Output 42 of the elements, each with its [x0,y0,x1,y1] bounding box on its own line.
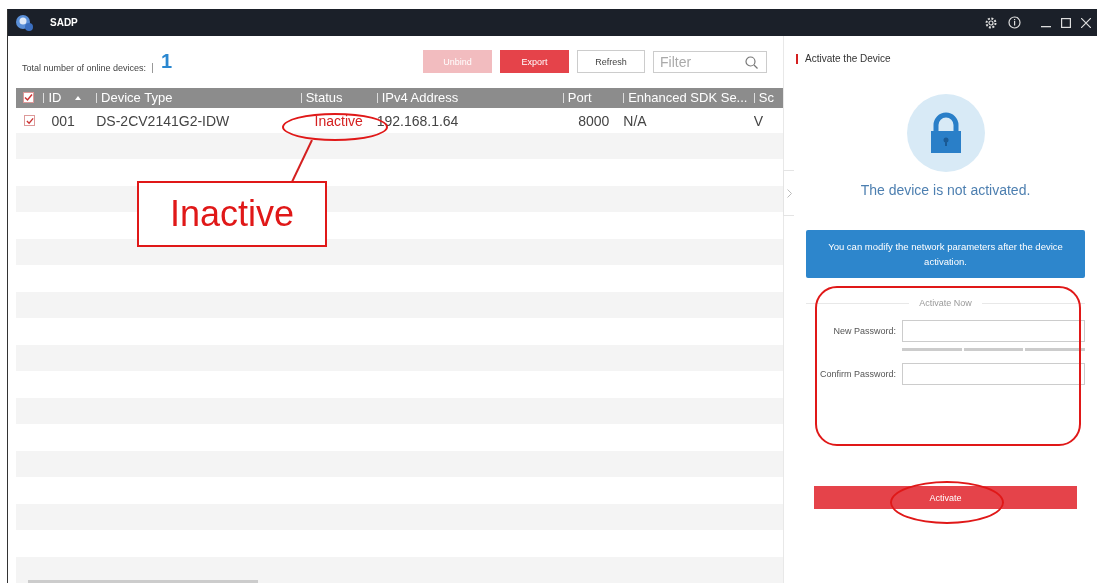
table-cell: 192.168.1.64 [376,112,459,129]
table-cell: Inactive [314,112,363,129]
password-field[interactable] [902,320,1085,342]
activate-button[interactable]: Activate [814,486,1077,509]
info-tooltip: You can modify the network parameters after the device activation. [806,230,1085,278]
panel-title: Activate the Device [796,54,1085,64]
sort-icon[interactable] [75,95,82,100]
online-devices-label: Total number of online devices: [22,62,154,73]
not-activated-message: The device is not activated. [859,182,1032,198]
row-checkbox[interactable] [24,115,35,126]
leader-line [290,140,314,182]
table-cell: V [753,112,764,129]
toolbar-button[interactable]: Export [500,50,569,74]
column-header[interactable]: IPv4 Address [381,90,459,105]
column-header[interactable]: Device Type [101,90,173,105]
panel-collapse-handle[interactable] [783,170,794,216]
select-all-checkbox[interactable] [23,92,34,103]
column-header[interactable]: ID [48,90,62,105]
table-cell: 8000 [578,112,610,129]
field-label: Confirm Password: [818,369,896,379]
search-icon[interactable] [745,55,758,69]
table-cell: DS-2CV2141G2-IDW [96,112,230,129]
toolbar-button[interactable]: Refresh [577,50,645,74]
table-cell: 001 [51,112,75,129]
section-heading: Activate Now [919,298,972,308]
maximize-icon[interactable] [1061,17,1071,28]
callout-label: Inactive [137,181,327,247]
settings-icon[interactable] [984,15,998,30]
password-field[interactable] [902,363,1085,385]
app-logo-icon [14,13,34,32]
info-icon[interactable] [1008,16,1021,29]
table-cell: N/A [623,112,647,129]
filter-field[interactable]: Filter [653,50,767,73]
lock-icon [906,94,985,172]
column-header[interactable]: Port [567,90,592,105]
column-header[interactable]: Sc [758,90,774,105]
online-device-count: 1 [161,50,173,74]
column-header[interactable]: Status [305,90,343,105]
close-icon[interactable] [1081,17,1091,28]
column-header[interactable]: Enhanced SDK Se... [628,90,748,105]
field-label: New Password: [832,326,896,336]
window-title: SADP [50,17,78,28]
